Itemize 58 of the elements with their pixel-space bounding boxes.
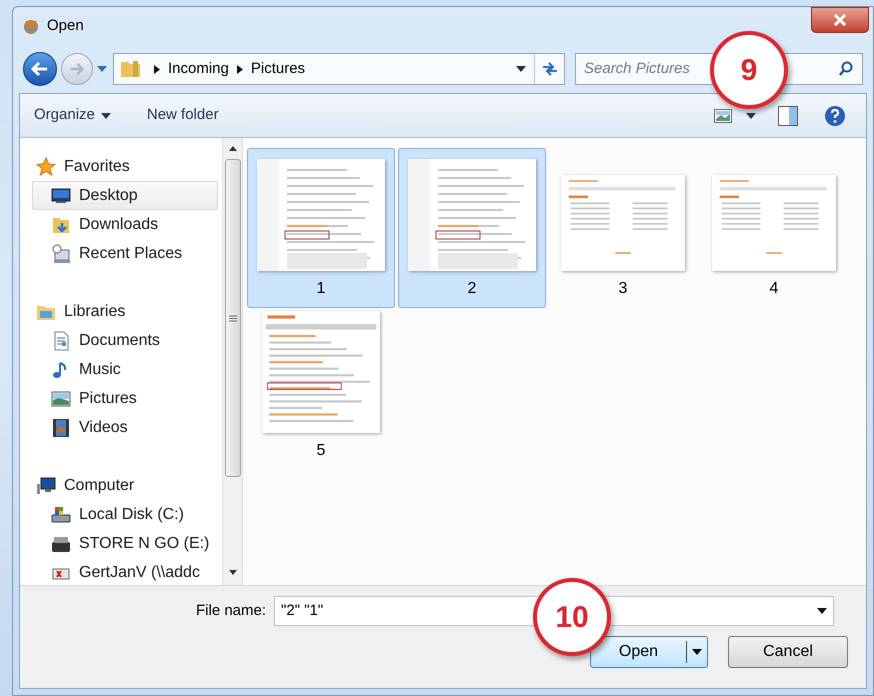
- videos-icon: [51, 418, 71, 438]
- file-tile[interactable]: 4: [700, 148, 848, 308]
- back-arrow-icon: [31, 61, 49, 77]
- back-button[interactable]: [23, 52, 57, 86]
- caret-icon: [746, 112, 756, 118]
- chevron-icon[interactable]: [154, 64, 160, 74]
- disk-icon: [51, 504, 71, 524]
- caret-icon: [100, 112, 111, 118]
- window-title: Open: [47, 16, 84, 36]
- file-tile[interactable]: 3: [549, 148, 697, 308]
- address-bar[interactable]: Incoming Pictures: [113, 53, 565, 85]
- star-icon: [36, 156, 56, 176]
- close-button[interactable]: [811, 7, 869, 33]
- scroll-up-icon[interactable]: [228, 146, 236, 151]
- file-name-label: File name:: [196, 600, 266, 621]
- breadcrumb[interactable]: Pictures: [248, 58, 308, 80]
- nav-group-label[interactable]: Libraries: [64, 300, 126, 324]
- file-tile[interactable]: 5: [247, 310, 395, 470]
- dialog-button[interactable]: Open: [590, 636, 708, 668]
- organize-button[interactable]: Organize: [26, 100, 119, 130]
- refresh-icon: [540, 61, 558, 77]
- caret-icon: [692, 649, 702, 655]
- breadcrumb[interactable]: Incoming: [166, 58, 231, 80]
- nav-item[interactable]: Local Disk (C:): [32, 500, 218, 529]
- dropdown-arrow-icon[interactable]: [516, 66, 526, 72]
- scroll-down-icon[interactable]: [228, 570, 236, 575]
- history-dropdown-icon[interactable]: [97, 66, 107, 72]
- scrollbar[interactable]: [222, 138, 242, 585]
- recent-icon: [51, 244, 71, 264]
- desktop-icon: [51, 186, 71, 206]
- thumbnail-view-icon: [714, 108, 732, 122]
- dialog-button[interactable]: Cancel: [728, 636, 848, 668]
- pictures-icon: [51, 388, 71, 408]
- nav-item[interactable]: Recent Places: [32, 239, 218, 268]
- nav-item[interactable]: Pictures: [32, 384, 218, 413]
- folder-icon: [120, 59, 142, 79]
- close-icon: [833, 14, 847, 26]
- file-tile[interactable]: 1: [247, 148, 395, 308]
- view-button[interactable]: [714, 108, 756, 122]
- forward-arrow-icon: [70, 63, 84, 75]
- file-tile[interactable]: 2: [398, 148, 546, 308]
- nav-item[interactable]: Downloads: [32, 210, 218, 239]
- nav-group-label[interactable]: Favorites: [64, 154, 130, 178]
- nav-item[interactable]: STORE N GO (E:): [32, 529, 218, 558]
- help-icon[interactable]: [824, 104, 846, 126]
- computer-icon: [36, 476, 56, 496]
- nav-item[interactable]: Music: [32, 355, 218, 384]
- grip-icon: [228, 314, 236, 322]
- nav-item[interactable]: GertJanV (\\addc: [32, 558, 218, 585]
- preview-pane-icon[interactable]: [778, 106, 798, 126]
- nav-item[interactable]: Desktop: [32, 181, 218, 210]
- new-folder-button[interactable]: New folder: [138, 100, 227, 130]
- nav-item[interactable]: Documents: [32, 326, 218, 355]
- dropdown-arrow-icon[interactable]: [817, 608, 828, 614]
- chevron-icon[interactable]: [236, 64, 243, 74]
- scroll-thumb[interactable]: [224, 159, 240, 477]
- nav-group-label[interactable]: Computer: [64, 474, 134, 498]
- nav-item[interactable]: Videos: [32, 413, 218, 442]
